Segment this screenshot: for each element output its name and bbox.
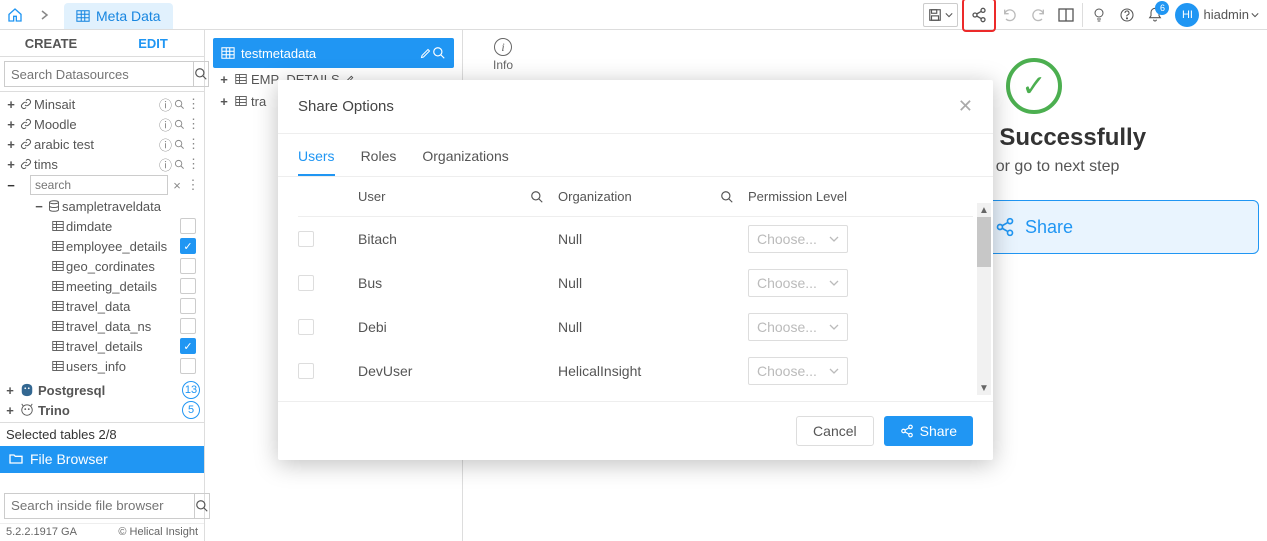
org-cell: Null (558, 231, 748, 247)
col-org-label: Organization (558, 189, 632, 204)
permission-select[interactable]: Choose... (748, 269, 848, 297)
permission-select[interactable]: Choose... (748, 313, 848, 341)
table-row: Bus Null Choose... (298, 261, 973, 305)
row-checkbox[interactable] (298, 231, 314, 247)
user-cell: Bus (358, 275, 558, 291)
row-checkbox[interactable] (298, 319, 314, 335)
scroll-up-icon[interactable]: ▲ (977, 203, 991, 217)
search-user-icon[interactable] (530, 190, 544, 204)
row-checkbox[interactable] (298, 275, 314, 291)
org-cell: Null (558, 275, 748, 291)
permission-select[interactable]: Choose... (748, 357, 848, 385)
table-row: Debi Null Choose... (298, 305, 973, 349)
scroll-down-icon[interactable]: ▼ (977, 381, 991, 395)
close-icon[interactable]: ✕ (958, 96, 973, 117)
tab-roles[interactable]: Roles (361, 148, 397, 176)
col-user-label: User (358, 189, 385, 204)
tab-organizations[interactable]: Organizations (422, 148, 508, 176)
table-header: User Organization Permission Level (298, 177, 973, 217)
permission-select[interactable]: Choose... (748, 225, 848, 253)
scrollbar[interactable]: ▲ ▼ (977, 217, 991, 395)
search-org-icon[interactable] (720, 190, 734, 204)
cancel-button[interactable]: Cancel (796, 416, 874, 446)
col-perm-label: Permission Level (748, 189, 973, 204)
org-cell: Null (558, 319, 748, 335)
row-checkbox[interactable] (298, 363, 314, 379)
user-cell: Debi (358, 319, 558, 335)
org-cell: HelicalInsight (558, 363, 748, 379)
tab-users[interactable]: Users (298, 148, 335, 176)
table-row: DevUser HelicalInsight Choose... (298, 349, 973, 393)
share-modal: Share Options ✕ Users Roles Organization… (278, 80, 993, 460)
modal-title: Share Options (298, 98, 394, 115)
scroll-thumb[interactable] (977, 217, 991, 267)
share-button[interactable]: Share (884, 416, 973, 446)
user-cell: Bitach (358, 231, 558, 247)
table-row: Bitach Null Choose... (298, 217, 973, 261)
user-cell: DevUser (358, 363, 558, 379)
